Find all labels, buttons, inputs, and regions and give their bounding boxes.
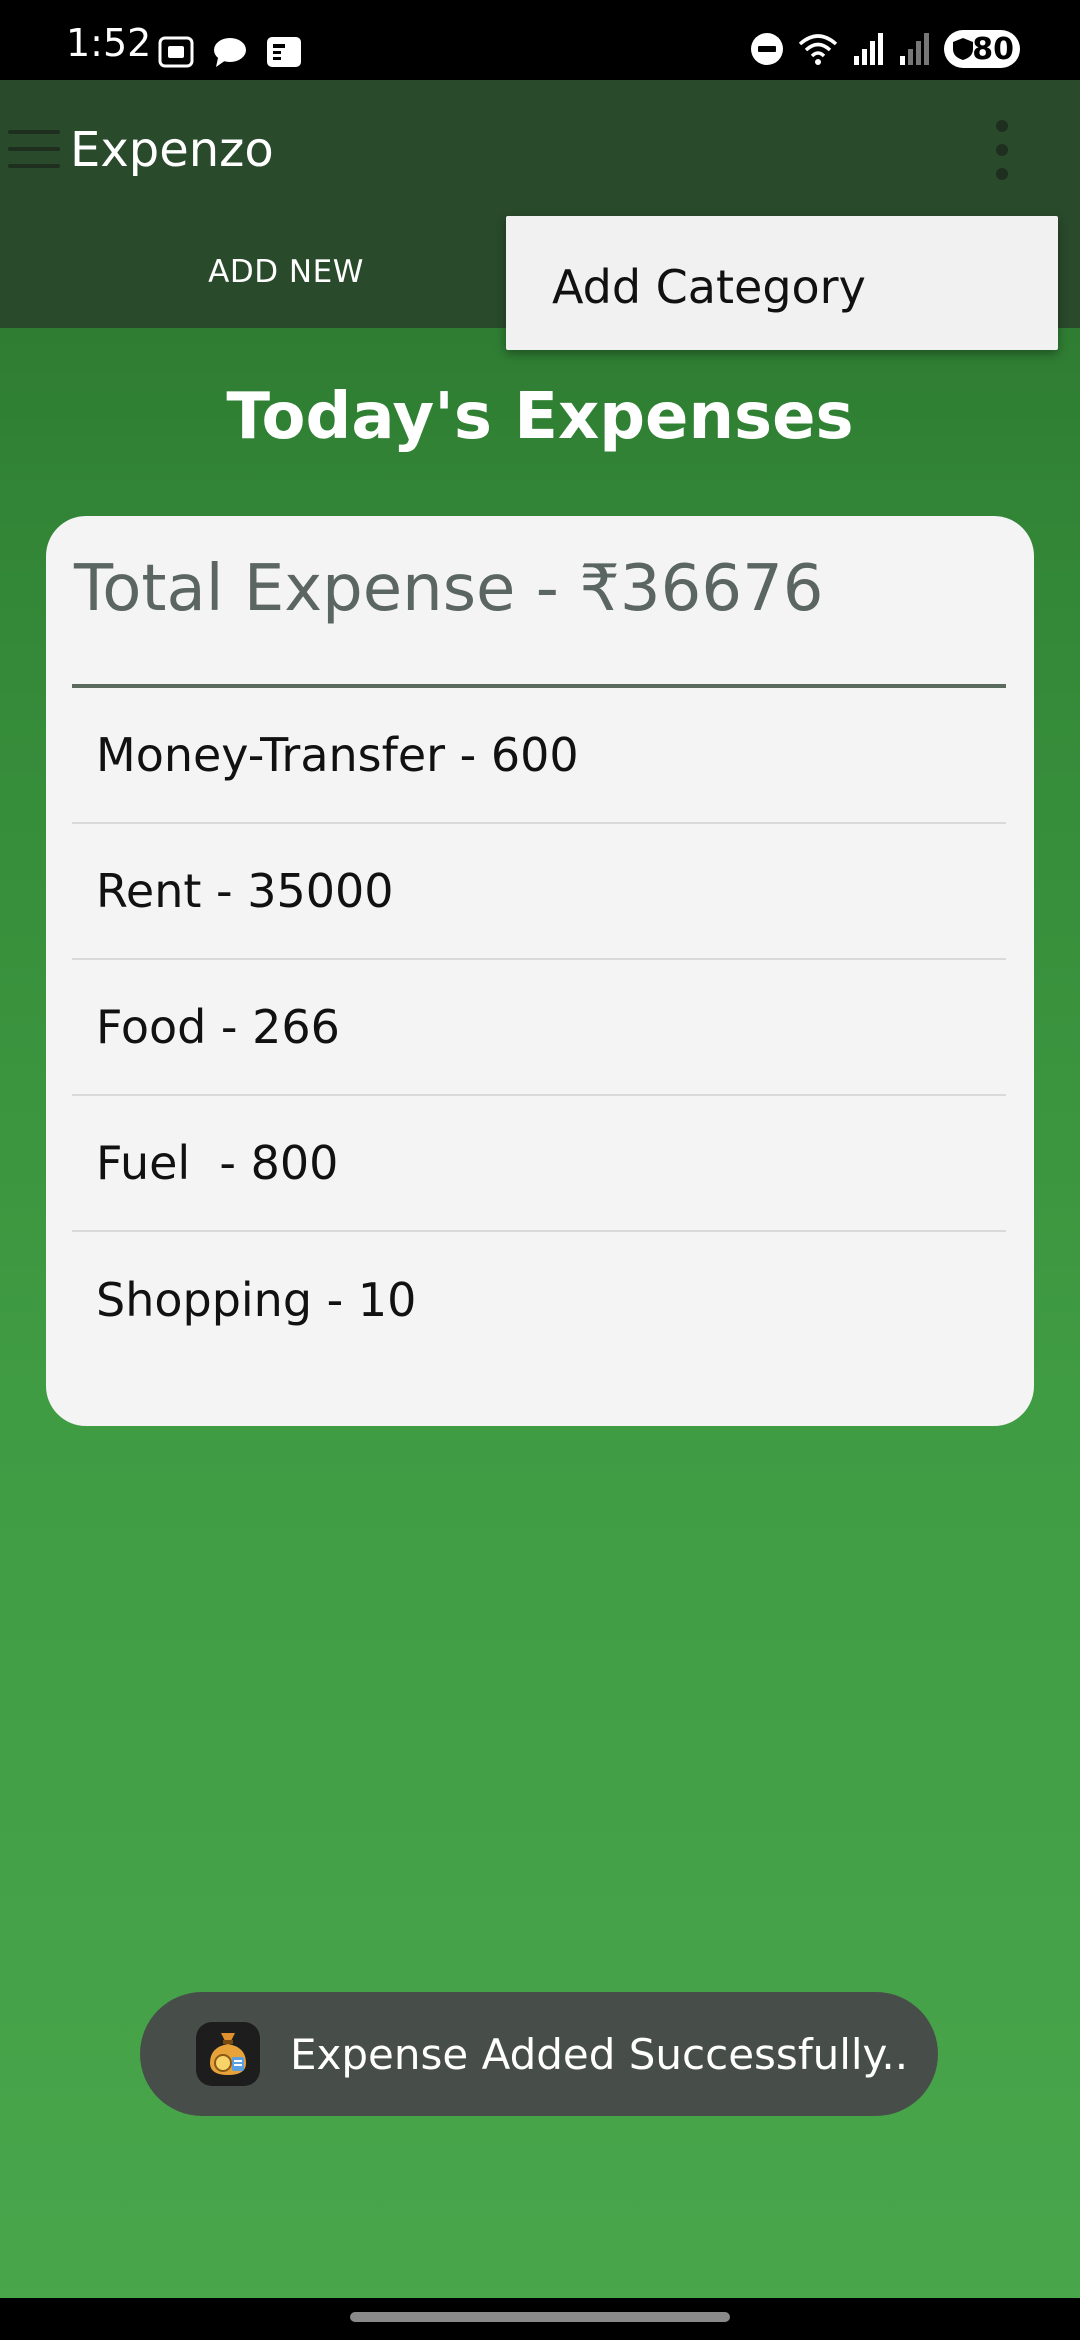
money-bag-icon xyxy=(196,2022,260,2086)
battery-indicator: 80 xyxy=(944,30,1020,68)
page-title: Today's Expenses xyxy=(226,380,854,454)
expense-list: Money-Transfer - 600 Rent - 35000 Food -… xyxy=(72,688,1006,1368)
screen: 1:52 80 Expenzo ADD NEW Add Category Tod… xyxy=(0,0,1080,2340)
nav-bar xyxy=(0,2298,1080,2340)
screenshot-icon xyxy=(158,36,194,68)
app-bar: Expenzo xyxy=(0,80,1080,216)
tab-add-new[interactable]: ADD NEW xyxy=(0,216,572,328)
overflow-menu-icon[interactable] xyxy=(992,120,1012,180)
toast-message: Expense Added Successfully.. xyxy=(290,2029,909,2079)
status-right-icons: 80 xyxy=(750,30,1020,68)
total-expense: Total Expense - ₹36676 xyxy=(74,552,824,626)
list-item[interactable]: Shopping - 10 xyxy=(72,1232,1006,1368)
status-left-icons xyxy=(158,36,302,68)
app-title: Expenzo xyxy=(70,122,274,178)
status-bar: 1:52 80 xyxy=(0,0,1080,80)
list-item[interactable]: Money-Transfer - 600 xyxy=(72,688,1006,824)
wifi-icon xyxy=(798,34,838,65)
chat-bubble-icon xyxy=(214,38,246,67)
overflow-dropdown-menu: Add Category xyxy=(506,216,1058,350)
list-item[interactable]: Fuel - 800 xyxy=(72,1096,1006,1232)
signal-weak-icon xyxy=(900,33,929,65)
list-item[interactable]: Rent - 35000 xyxy=(72,824,1006,960)
expense-card: Total Expense - ₹36676 Money-Transfer - … xyxy=(46,516,1034,1426)
home-indicator[interactable] xyxy=(350,2312,730,2322)
toast: Expense Added Successfully.. xyxy=(140,1992,938,2116)
menu-item-add-category[interactable]: Add Category xyxy=(552,260,866,314)
list-item[interactable]: Food - 266 xyxy=(72,960,1006,1096)
status-time: 1:52 xyxy=(66,21,152,65)
news-icon xyxy=(267,37,301,67)
shield-icon xyxy=(953,38,973,60)
signal-icon xyxy=(854,33,883,65)
do-not-disturb-icon xyxy=(751,33,783,65)
hamburger-menu-icon[interactable] xyxy=(8,130,60,168)
battery-level: 80 xyxy=(972,31,1014,67)
